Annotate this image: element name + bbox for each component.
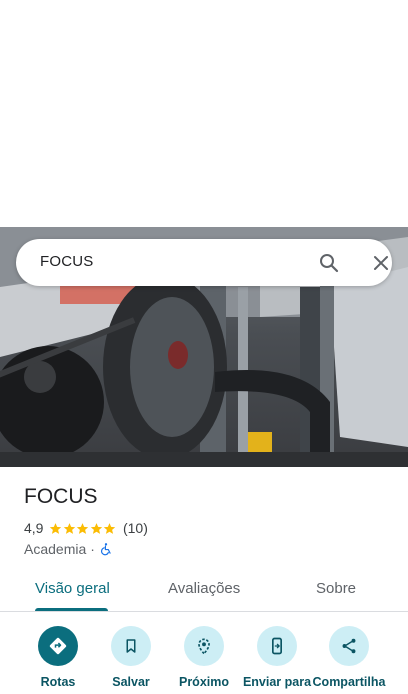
routes-button[interactable]: Rotas [18,626,98,692]
share-icon [342,638,356,654]
tab-reviews[interactable]: Avaliações [168,580,240,597]
active-tab-indicator [35,608,108,611]
routes-circle [38,626,78,666]
search-input[interactable]: FOCUS [40,253,94,270]
close-icon[interactable] [369,251,393,275]
tab-bar: Visão geral Avaliações Sobre [0,570,408,612]
review-count: (10) [122,520,148,536]
nearby-button[interactable]: Próximo [164,626,244,692]
search-icon[interactable] [317,251,341,275]
star-icon [77,522,89,534]
share-label: Compartilha [312,675,386,689]
nearby-circle [184,626,224,666]
category-separator: · [90,541,95,557]
star-icon [50,522,62,534]
rating-value: 4,9 [24,520,44,536]
send-to-phone-icon [272,637,282,655]
save-button[interactable]: Salvar [91,626,171,692]
bookmark-icon [126,639,136,653]
place-panel: FOCUS FOCUS 4,9 (10) Academia · Visão ge… [0,0,408,694]
star-icon [90,522,103,534]
search-bar[interactable]: FOCUS [16,239,392,286]
action-bar: Rotas Salvar Próximo Enviar para Compart… [0,612,408,694]
save-circle [111,626,151,666]
send-to-phone-button[interactable]: Enviar para [237,626,317,692]
place-category: Academia [24,541,87,557]
rating-stars [49,522,117,535]
send-circle [257,626,297,666]
share-circle [329,626,369,666]
tab-about[interactable]: Sobre [316,580,356,597]
nearby-label: Próximo [178,675,229,689]
send-label: Enviar para [242,675,312,689]
directions-icon [49,637,67,655]
tab-overview[interactable]: Visão geral [35,580,110,597]
star-icon [104,522,116,534]
share-button[interactable]: Compartilha [309,626,389,692]
wheelchair-accessible-icon [100,543,111,556]
place-title: FOCUS [24,485,98,508]
nearby-icon [198,638,210,655]
map-blank-area [0,0,408,227]
rating-row[interactable]: 4,9 (10) [24,519,148,537]
routes-label: Rotas [40,675,76,689]
category-row: Academia · [24,540,113,558]
star-icon [63,522,76,534]
save-label: Salvar [112,675,150,689]
